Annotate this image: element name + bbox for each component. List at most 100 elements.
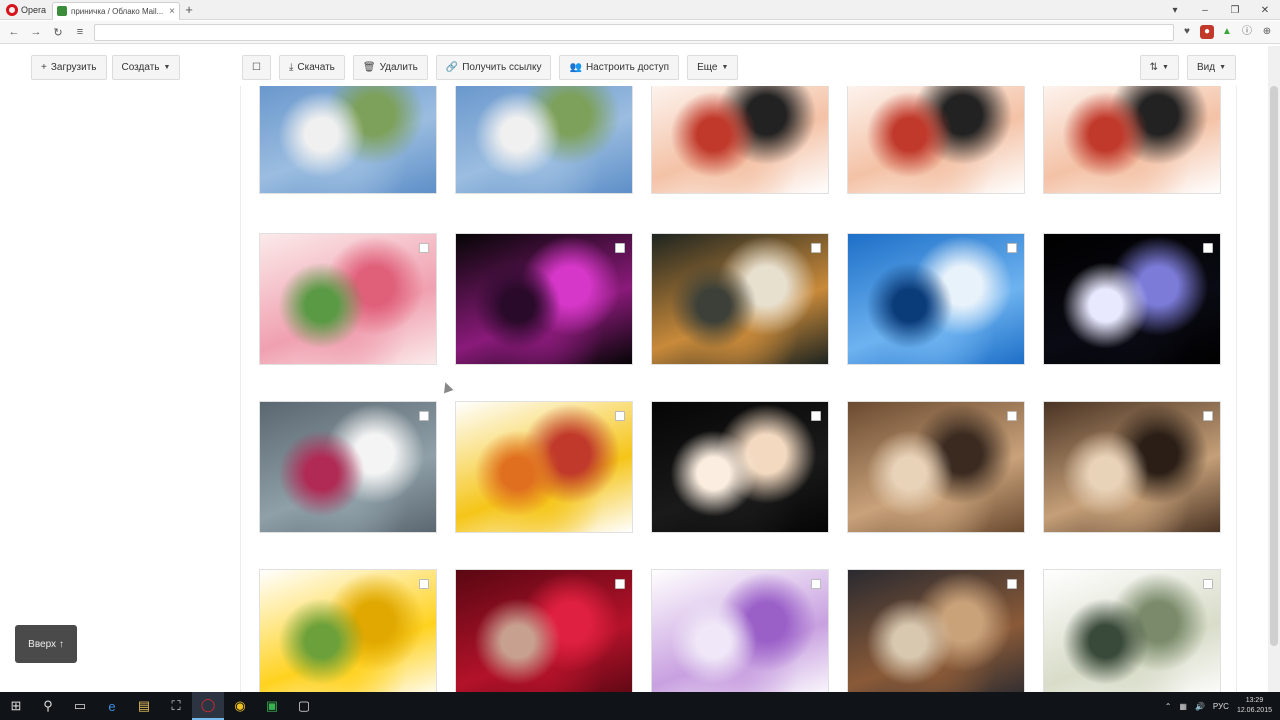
select-checkbox[interactable]	[419, 411, 429, 421]
view-toolbar: ⇅ ▼ Вид ▼	[1139, 55, 1236, 80]
forward-icon[interactable]: →	[28, 26, 44, 38]
tab-menu-icon[interactable]: ▾	[1160, 5, 1190, 16]
camtasia-icon[interactable]: ▣	[256, 692, 288, 720]
edge-icon[interactable]: e	[96, 692, 128, 720]
image-thumbnail-purple-flowers[interactable]	[651, 569, 829, 692]
view-button[interactable]: Вид ▼	[1186, 55, 1236, 80]
chrome-icon[interactable]: ◉	[224, 692, 256, 720]
back-icon[interactable]: ←	[6, 26, 22, 38]
image-row	[259, 401, 1221, 533]
users-icon: 👥	[569, 62, 582, 73]
select-checkbox[interactable]	[615, 411, 625, 421]
opera-taskbar-icon[interactable]: ◯	[192, 692, 224, 720]
image-thumbnail-white-orchid[interactable]	[259, 401, 437, 533]
image-thumbnail-red-roses[interactable]	[455, 569, 633, 692]
delete-button[interactable]: 🗑 Удалить	[352, 55, 428, 80]
image-thumbnail-dolphin[interactable]	[847, 233, 1025, 365]
select-checkbox[interactable]	[1203, 243, 1213, 253]
image-thumbnail-astronaut[interactable]	[1043, 233, 1221, 365]
select-checkbox[interactable]	[1007, 411, 1017, 421]
scroll-thumb[interactable]	[1270, 86, 1278, 646]
bookmark-heart-icon[interactable]: ♥	[1180, 25, 1194, 39]
tray-chevron-icon[interactable]: ⌃	[1165, 702, 1172, 711]
opera-menu-label: Opera	[21, 4, 47, 15]
maximize-icon[interactable]: ❐	[1220, 5, 1250, 16]
download-extension-icon[interactable]: ⊕	[1260, 25, 1274, 39]
access-button[interactable]: 👥 Настроить доступ	[559, 55, 680, 80]
clock-time: 13:29	[1245, 697, 1264, 704]
more-label: Еще	[697, 62, 718, 73]
clock[interactable]: 13:29 12.06.2015	[1237, 696, 1272, 716]
sidebar	[0, 86, 240, 692]
image-thumbnail-sunflowers[interactable]	[259, 569, 437, 692]
image-thumbnail-rose-cream[interactable]	[651, 401, 829, 533]
delete-label: Удалить	[379, 62, 418, 73]
opera-menu-button[interactable]: Opera	[0, 0, 52, 20]
sort-icon: ⇅	[1149, 62, 1159, 73]
sort-button[interactable]: ⇅ ▼	[1139, 55, 1179, 80]
editor-icon[interactable]: ▢	[288, 692, 320, 720]
access-label: Настроить доступ	[585, 62, 670, 73]
scrollbar[interactable]	[1268, 46, 1280, 692]
adblock-extension-icon[interactable]: ●	[1200, 25, 1214, 39]
select-checkbox[interactable]	[1007, 579, 1017, 589]
upload-button[interactable]: + Загрузить	[31, 55, 107, 80]
image-thumbnail-sushi[interactable]	[651, 86, 829, 194]
start-icon[interactable]: ⊞	[0, 692, 32, 720]
search-icon[interactable]: ⚲	[32, 692, 64, 720]
scroll-up-button[interactable]: Вверх ↑	[15, 625, 77, 663]
new-tab-button[interactable]: +	[180, 2, 198, 17]
select-checkbox[interactable]	[811, 579, 821, 589]
tab-favicon-icon	[57, 6, 68, 16]
select-checkbox[interactable]	[419, 579, 429, 589]
image-thumbnail-orchid-magenta[interactable]	[455, 233, 633, 365]
select-checkbox[interactable]	[811, 411, 821, 421]
download-button[interactable]: ⤓ Скачать	[278, 55, 345, 80]
more-button[interactable]: Еще ▼	[687, 55, 739, 80]
reload-icon[interactable]: ↻	[50, 26, 66, 39]
image-thumbnail-pink-roses[interactable]	[259, 233, 437, 365]
tab-title: приничка / Облако Mail...	[71, 6, 164, 16]
create-button[interactable]: Создать ▼	[111, 55, 181, 80]
language-indicator[interactable]: РУС	[1213, 702, 1229, 711]
close-window-icon[interactable]: ✕	[1250, 5, 1280, 16]
image-thumbnail-dollars[interactable]	[1043, 569, 1221, 692]
image-thumbnail-siamese-cats[interactable]	[847, 401, 1025, 533]
select-checkbox[interactable]	[811, 243, 821, 253]
select-checkbox[interactable]	[1203, 579, 1213, 589]
image-thumbnail-tiger[interactable]	[651, 233, 829, 365]
minimize-icon[interactable]: –	[1190, 5, 1220, 16]
tab-close-icon[interactable]: ×	[169, 6, 175, 17]
file-explorer-icon[interactable]: ▤	[128, 692, 160, 720]
green-extension-icon[interactable]: ▲	[1220, 25, 1234, 39]
image-thumbnail-horse-white[interactable]	[259, 86, 437, 194]
image-row	[259, 233, 1221, 365]
image-thumbnail-horse-white[interactable]	[455, 86, 633, 194]
sidebar-actions: + Загрузить Создать ▼	[31, 55, 181, 80]
caret-down-icon: ▼	[163, 64, 171, 71]
select-checkbox[interactable]	[419, 243, 429, 253]
task-view-icon[interactable]: ▭	[64, 692, 96, 720]
url-input[interactable]	[94, 23, 1174, 41]
store-icon[interactable]: ⛶	[160, 692, 192, 720]
info-extension-icon[interactable]: ⓘ	[1240, 25, 1254, 39]
network-icon[interactable]: ▦	[1179, 702, 1187, 711]
image-thumbnail-sushi[interactable]	[1043, 86, 1221, 194]
download-icon: ⤓	[288, 62, 294, 73]
browser-tab[interactable]: приничка / Облако Mail... ×	[52, 1, 181, 20]
image-thumbnail-horses-running[interactable]	[847, 569, 1025, 692]
image-thumbnail-love[interactable]	[455, 401, 633, 533]
select-checkbox[interactable]	[1203, 411, 1213, 421]
image-row	[259, 86, 1221, 194]
caret-down-icon: ▼	[721, 64, 729, 71]
speed-dial-icon[interactable]: ≡	[72, 26, 88, 38]
view-label: Вид	[1196, 62, 1216, 73]
select-checkbox[interactable]	[1007, 243, 1017, 253]
select-checkbox[interactable]	[615, 579, 625, 589]
volume-icon[interactable]: 🔊	[1195, 702, 1205, 711]
select-checkbox[interactable]	[615, 243, 625, 253]
select-all-checkbox[interactable]: ☐	[242, 55, 271, 80]
get-link-button[interactable]: 🔗 Получить ссылку	[435, 55, 552, 80]
image-thumbnail-sushi[interactable]	[847, 86, 1025, 194]
image-thumbnail-siamese-cats-2[interactable]	[1043, 401, 1221, 533]
